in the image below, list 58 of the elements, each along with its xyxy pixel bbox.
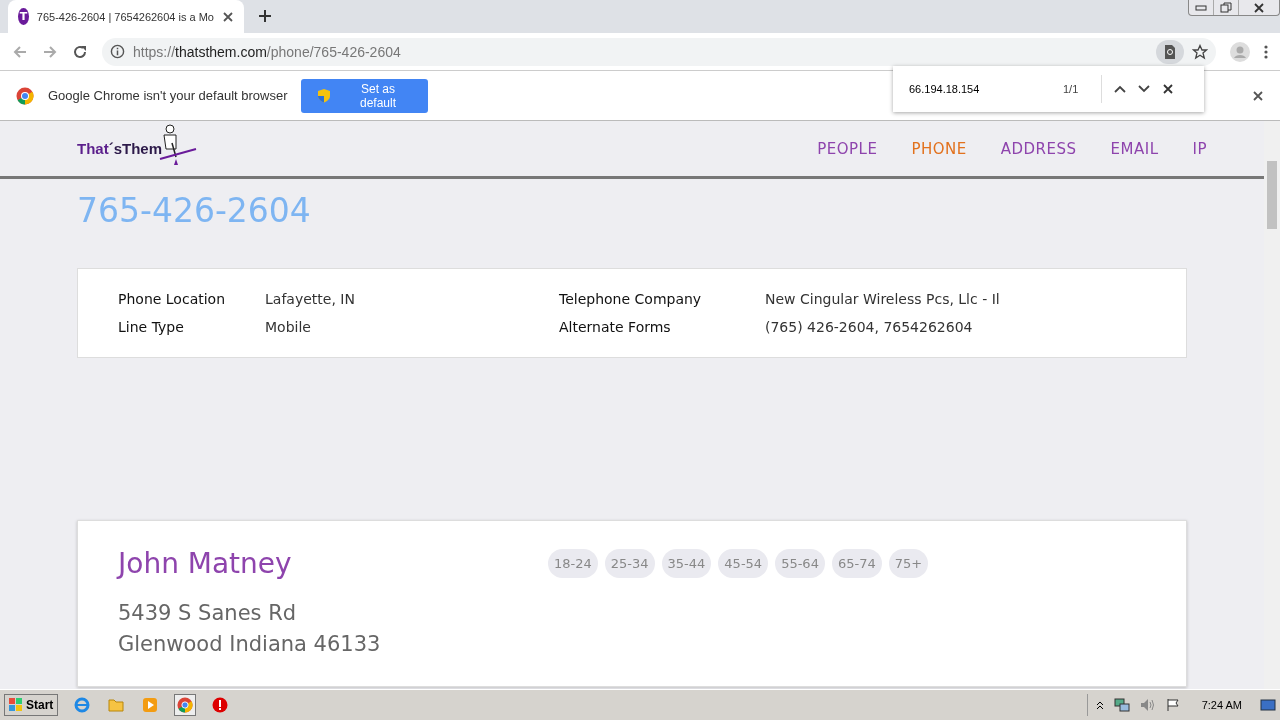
show-desktop-icon[interactable] xyxy=(1260,698,1276,712)
network-icon[interactable] xyxy=(1113,698,1130,712)
browser-tab[interactable]: T 765-426-2604 | 7654262604 is a Mo xyxy=(8,0,244,33)
shield-icon xyxy=(317,88,332,103)
start-button[interactable]: Start xyxy=(4,694,59,716)
detail-value: (765) 426-2604, 7654262604 xyxy=(765,319,974,335)
chevron-up-icon[interactable] xyxy=(1095,700,1104,710)
clock[interactable]: 7:24 AM xyxy=(1201,699,1242,711)
age-range-tag: 18-24 xyxy=(548,549,598,578)
detail-label: Alternate Forms xyxy=(559,319,672,335)
reload-icon[interactable] xyxy=(72,43,88,60)
close-tab-icon[interactable] xyxy=(222,10,234,23)
favicon: T xyxy=(18,8,29,25)
address-line: 5439 S Sanes Rd xyxy=(118,600,298,627)
tab-title: 765-426-2604 | 7654262604 is a Mo xyxy=(36,10,214,23)
infobar-message: Google Chrome isn't your default browser xyxy=(48,88,288,103)
flag-icon[interactable] xyxy=(1165,698,1180,712)
age-range-tag: 55-64 xyxy=(775,549,825,578)
windows-logo-icon xyxy=(9,698,23,712)
site-logo-text[interactable]: That´sThem xyxy=(77,140,163,157)
nav-link[interactable]: IP xyxy=(1192,139,1207,158)
nav-link[interactable]: PEOPLE xyxy=(817,139,878,158)
minimize-icon[interactable] xyxy=(1195,4,1207,11)
info-icon[interactable] xyxy=(110,44,125,59)
restore-icon[interactable] xyxy=(1220,2,1232,13)
chevron-up-icon[interactable] xyxy=(1114,85,1126,93)
detail-value: New Cingular Wireless Pcs, Llc - Il xyxy=(765,291,1001,307)
chevron-down-icon[interactable] xyxy=(1138,85,1150,93)
detail-label: Line Type xyxy=(118,319,185,335)
set-default-button[interactable]: Set as default xyxy=(301,78,429,113)
close-window-icon[interactable] xyxy=(1253,1,1265,14)
stop-icon[interactable] xyxy=(212,697,229,713)
detail-label: Phone Location xyxy=(118,291,227,307)
phone-number-heading: 765-426-2604 xyxy=(77,191,312,230)
match-count: 1/1 xyxy=(1063,83,1080,95)
close-find-icon[interactable] xyxy=(1162,83,1174,95)
close-infobar-icon[interactable] xyxy=(1252,89,1264,102)
age-range-tag: 35-44 xyxy=(661,549,712,578)
detail-value: Lafayette, IN xyxy=(265,291,356,307)
nav-link[interactable]: EMAIL xyxy=(1110,139,1159,158)
url-text: https://thatsthem.com/phone/765-426-2604 xyxy=(133,43,401,60)
chrome-taskbar-icon[interactable] xyxy=(177,697,194,713)
menu-icon[interactable] xyxy=(1264,43,1268,60)
find-in-page-icon[interactable] xyxy=(1156,39,1184,64)
detail-label: Telephone Company xyxy=(559,291,703,307)
age-range-tag: 45-54 xyxy=(718,549,769,578)
person-name[interactable]: John Matney xyxy=(118,547,548,580)
star-icon[interactable] xyxy=(1192,43,1208,60)
address-line: Glenwood Indiana 46133 xyxy=(118,631,382,658)
age-range-tag: 65-74 xyxy=(831,549,882,578)
age-range-tag: 25-34 xyxy=(604,549,655,578)
chrome-logo-icon xyxy=(16,86,34,105)
new-tab-icon[interactable] xyxy=(258,9,272,23)
address-bar[interactable]: https://thatsthem.com/phone/765-426-2604 xyxy=(102,37,1216,66)
find-field[interactable]: 66.194.18.154 xyxy=(907,82,1051,96)
detail-value: Mobile xyxy=(265,319,312,335)
nav-link[interactable]: ADDRESS xyxy=(1000,139,1077,158)
age-range-tag: 75+ xyxy=(888,549,929,578)
